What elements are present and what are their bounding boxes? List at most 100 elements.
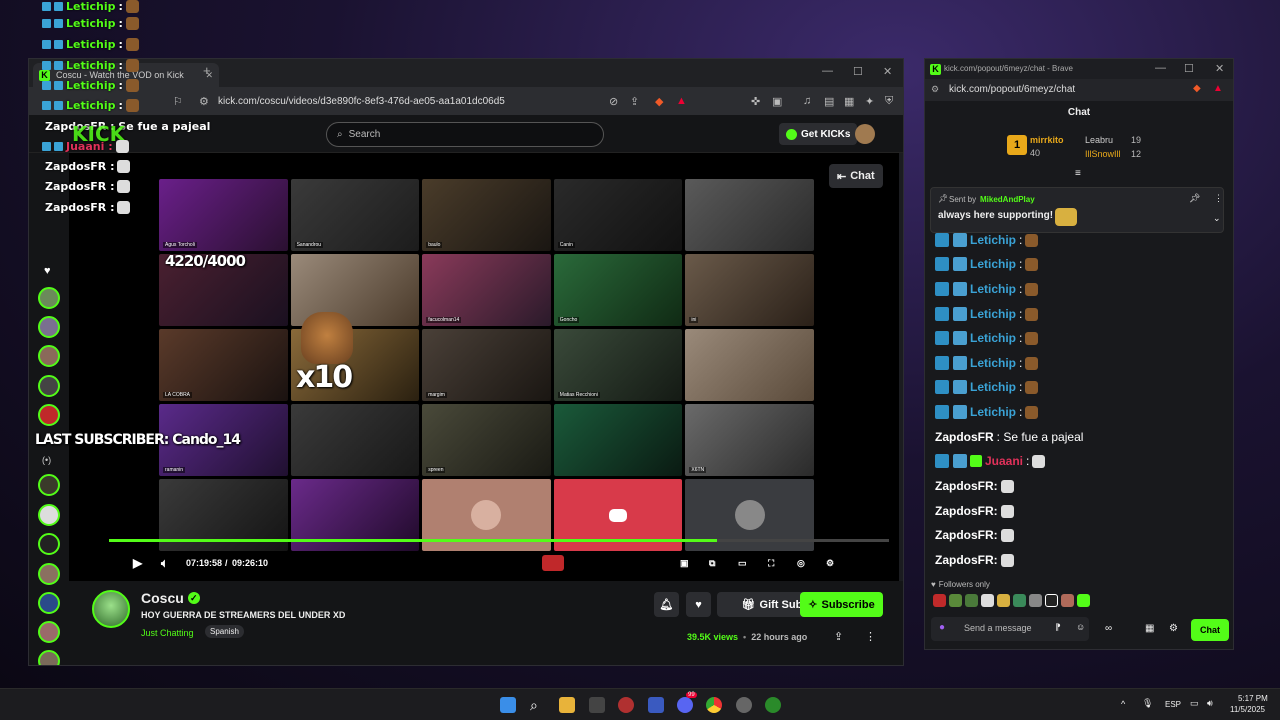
volume-icon[interactable]: 🔈︎ bbox=[161, 556, 168, 571]
bookmark-icon[interactable]: ⚐ bbox=[173, 95, 183, 108]
user-avatar[interactable] bbox=[855, 124, 875, 144]
send-chat-button[interactable]: Chat bbox=[1191, 619, 1229, 641]
app-icon[interactable] bbox=[618, 697, 634, 713]
pin-icon: 📌︎ bbox=[938, 194, 949, 203]
clock-time[interactable]: 5:17 PM bbox=[1238, 694, 1268, 703]
notify-button[interactable]: 🔔︎ bbox=[654, 592, 679, 617]
followed-channel-avatar[interactable] bbox=[38, 621, 60, 643]
top-gifter-name[interactable]: mirrkito bbox=[1030, 135, 1064, 145]
heart-icon[interactable]: ♥ bbox=[44, 265, 51, 277]
site-info-icon[interactable]: ⚙ bbox=[199, 95, 209, 108]
more-options-icon[interactable]: ⋮ bbox=[865, 630, 876, 643]
channel-avatar[interactable] bbox=[92, 590, 130, 628]
tray-chevron-icon[interactable]: ^ bbox=[1121, 699, 1125, 709]
sidebar-icon[interactable]: ▤ bbox=[824, 95, 834, 108]
theater-icon[interactable]: ▣ bbox=[680, 558, 689, 569]
file-explorer-icon[interactable] bbox=[559, 697, 575, 713]
store-icon[interactable] bbox=[589, 697, 605, 713]
followed-channel-avatar[interactable] bbox=[38, 592, 60, 614]
close-window-icon[interactable]: ✕ bbox=[1215, 62, 1224, 75]
channel-name[interactable]: Coscu ✓ bbox=[141, 590, 200, 606]
leo-icon[interactable]: ✦ bbox=[865, 95, 874, 108]
language-tag[interactable]: Spanish bbox=[205, 625, 244, 638]
cast-icon[interactable]: ⊘ bbox=[609, 95, 618, 108]
brave-rewards-icon[interactable]: ▲ bbox=[676, 95, 687, 107]
language-indicator[interactable]: ESP bbox=[1165, 700, 1181, 709]
emoji-icon[interactable]: ☺ bbox=[1076, 622, 1085, 632]
format-icon[interactable]: ⁋ bbox=[1055, 622, 1061, 633]
chat-settings-icon[interactable]: ⚙ bbox=[1169, 623, 1178, 634]
pip-icon[interactable]: ⧉ bbox=[709, 558, 715, 569]
minimize-icon[interactable]: — bbox=[822, 65, 833, 77]
settings-gear-icon[interactable]: ⚙ bbox=[826, 558, 834, 569]
microphone-icon[interactable]: ● bbox=[939, 622, 945, 633]
more-options-icon[interactable]: ⋮ bbox=[1214, 193, 1223, 204]
play-icon[interactable]: ▶ bbox=[133, 556, 142, 570]
chrome-icon[interactable] bbox=[706, 697, 722, 713]
followed-channel-avatar[interactable] bbox=[38, 287, 60, 309]
brave-rewards-icon[interactable]: ▲ bbox=[1213, 83, 1223, 94]
followed-channel-avatar[interactable] bbox=[38, 533, 60, 555]
maximize-icon[interactable]: ☐ bbox=[853, 65, 863, 78]
network-icon[interactable]: ▭ bbox=[1190, 698, 1199, 709]
pinned-message[interactable]: 📌︎ Sent by MikedAndPlay always here supp… bbox=[930, 187, 1224, 233]
wallet-icon[interactable]: ▦ bbox=[844, 95, 854, 108]
search-icon[interactable]: ⌕ bbox=[530, 697, 546, 713]
search-input[interactable]: ⌕ Search bbox=[326, 122, 604, 147]
expand-icon[interactable]: ⌄ bbox=[1213, 213, 1221, 224]
site-info-icon[interactable]: ⚙ bbox=[931, 84, 939, 95]
media-icon[interactable]: ♫ bbox=[803, 95, 811, 107]
emote-bar[interactable] bbox=[933, 594, 1090, 607]
discord-icon[interactable] bbox=[677, 697, 693, 713]
subscribe-button[interactable]: ✧ Subscribe bbox=[800, 592, 883, 617]
followed-channel-avatar[interactable] bbox=[38, 474, 60, 496]
mini-player-icon[interactable]: ▭ bbox=[738, 558, 747, 569]
gifter-2-name[interactable]: Leabru bbox=[1085, 135, 1113, 145]
discord-icon bbox=[609, 508, 628, 522]
followed-channel-avatar[interactable] bbox=[38, 375, 60, 397]
minimize-icon[interactable]: — bbox=[1155, 62, 1166, 74]
sent-by-user[interactable]: MikedAndPlay bbox=[980, 195, 1035, 204]
brave-icon[interactable] bbox=[648, 697, 664, 713]
followed-channel-avatar[interactable] bbox=[38, 404, 60, 426]
gifter-3-name[interactable]: IllSnowIll bbox=[1085, 149, 1121, 159]
followed-channel-avatar[interactable] bbox=[38, 504, 60, 526]
new-tab-icon[interactable]: + bbox=[203, 63, 211, 78]
video-player[interactable]: ⇤ Chat Agus Torcholi Sanandrou baulo Can… bbox=[69, 153, 899, 581]
volume-icon[interactable]: 🔊︎ bbox=[1207, 698, 1213, 709]
gift-icon[interactable]: ▦ bbox=[1145, 623, 1154, 634]
screenshot-icon[interactable]: ▣ bbox=[772, 95, 782, 108]
brave-shield-icon[interactable]: ◆ bbox=[1193, 83, 1201, 94]
chat-url[interactable]: kick.com/popout/6meyz/chat bbox=[949, 84, 1075, 95]
clock-date[interactable]: 11/5/2025 bbox=[1230, 705, 1265, 714]
vpn-icon[interactable]: ⛨ bbox=[885, 95, 893, 108]
get-kicks-label: Get KICKs bbox=[801, 128, 851, 140]
collapse-icon[interactable]: ≡ bbox=[1075, 168, 1081, 179]
category-link[interactable]: Just Chatting bbox=[141, 628, 194, 638]
kicks-icon[interactable]: ∞ bbox=[1105, 623, 1112, 634]
progress-bar[interactable] bbox=[109, 539, 889, 542]
followed-channel-avatar[interactable] bbox=[38, 650, 60, 665]
followed-channel-avatar[interactable] bbox=[38, 563, 60, 585]
share-icon[interactable]: ⇪ bbox=[834, 630, 843, 643]
microphone-icon[interactable]: 🎙︎ bbox=[1142, 698, 1153, 709]
brave-shield-icon[interactable]: ◆ bbox=[655, 95, 663, 108]
chat-toggle-button[interactable]: ⇤ Chat bbox=[829, 164, 883, 188]
maximize-icon[interactable]: ☐ bbox=[1184, 62, 1194, 75]
get-kicks-button[interactable]: Get KICKs bbox=[779, 123, 858, 145]
followed-channel-avatar[interactable] bbox=[38, 316, 60, 338]
clip-button[interactable] bbox=[542, 555, 564, 571]
close-window-icon[interactable]: ✕ bbox=[883, 65, 892, 78]
fullscreen-icon[interactable]: ⛶ bbox=[768, 558, 774, 569]
start-icon[interactable] bbox=[500, 697, 516, 713]
share-icon[interactable]: ⇪ bbox=[630, 95, 639, 108]
settings-icon[interactable] bbox=[736, 697, 752, 713]
chat-input[interactable]: ● Send a message ⁋ ☺ bbox=[931, 617, 1089, 641]
speed-icon[interactable]: ◎ bbox=[797, 558, 805, 569]
extensions-icon[interactable]: ✜ bbox=[751, 95, 760, 108]
xbox-icon[interactable] bbox=[765, 697, 781, 713]
follow-heart-button[interactable]: ♥ bbox=[686, 592, 711, 617]
followed-channel-avatar[interactable] bbox=[38, 345, 60, 367]
url-field[interactable]: kick.com/coscu/videos/d3e890fc-8ef3-476d… bbox=[218, 96, 505, 107]
unpin-icon[interactable]: 📌︎ bbox=[1189, 193, 1200, 204]
